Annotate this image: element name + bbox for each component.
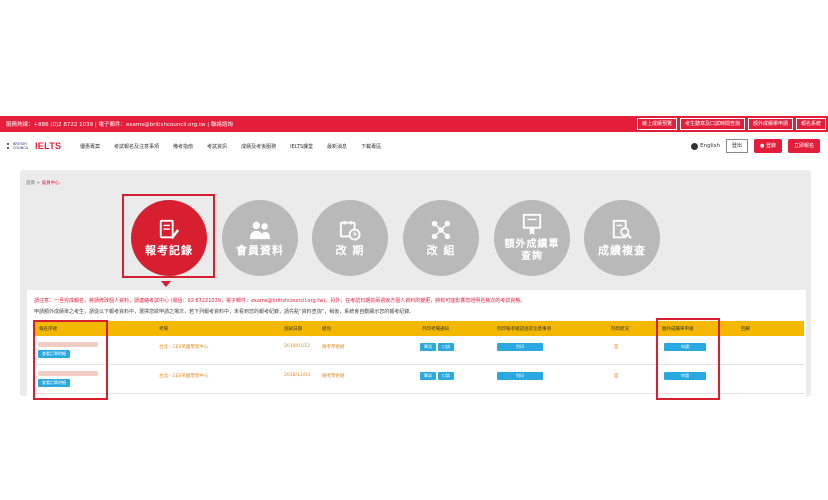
active-tile-caret-icon: [161, 281, 171, 287]
breadcrumb-current: 會員中心: [41, 181, 60, 186]
exam-time-query-button[interactable]: 考生聽寫及口試時間查詢: [679, 118, 745, 130]
reg-no-highlight: [33, 320, 108, 400]
print-speaking-button[interactable]: 口試: [438, 372, 454, 380]
th-group: 組別: [322, 327, 331, 332]
print-status-cell: 是: [614, 345, 619, 350]
th-return-mail: 回郵: [741, 327, 750, 332]
extra-trf-highlight: [656, 318, 720, 400]
contact-info: 服務熱線：+886 (0)2 8722 1039 | 電子郵件：exams@br…: [6, 122, 233, 128]
ielts-logo-text: IELTS: [35, 141, 62, 151]
th-date: 測試日期: [284, 327, 302, 332]
tile-label: 額外成績單查詢: [504, 239, 560, 262]
certificate-icon: [522, 213, 542, 235]
login-label: 登錄: [765, 143, 776, 149]
extra-trf-button[interactable]: 額外成績單申請: [747, 118, 793, 130]
menu-item-offers[interactable]: 優惠專案: [80, 143, 100, 150]
breadcrumb-home[interactable]: 首頁 >: [26, 181, 42, 186]
group-cell: 隨考學術組: [322, 345, 345, 350]
tile-score-review[interactable]: 成績複查: [584, 200, 660, 276]
score-preview-button[interactable]: 線上成績預覽: [636, 118, 677, 130]
people-icon: [249, 221, 271, 240]
menu-item-prep-guide[interactable]: 備考指南: [173, 143, 193, 150]
print-written-button[interactable]: 筆試: [420, 343, 436, 351]
globe-icon: [691, 142, 699, 150]
instruction-text: 申請額外成績單之考生，請從以下報考資料中，選擇您欲申請之場次，若下列報考資料中，…: [34, 309, 415, 315]
tile-label: 改 組: [426, 244, 456, 257]
menu-item-downloads[interactable]: 下載專區: [361, 143, 381, 150]
search-document-icon: [612, 219, 632, 240]
print-confirm-button[interactable]: 列印: [497, 343, 543, 351]
print-speaking-button[interactable]: 口試: [438, 343, 454, 351]
language-label: English: [700, 143, 720, 149]
tile-label: 成績複查: [598, 244, 646, 257]
tile-reschedule[interactable]: 改 期: [312, 200, 388, 276]
register-now-button[interactable]: 立即報名: [787, 139, 820, 153]
main-nav: BRITISH COUNCIL IELTS 優惠專案 考試報名及注意事項 備考指…: [0, 136, 828, 158]
date-cell: 2018/11/03: [284, 373, 310, 378]
calendar-clock-icon: [339, 220, 361, 241]
venue-cell: 台北 - CES英國學習中心: [159, 374, 209, 379]
print-status-cell: 是: [614, 374, 619, 379]
tile-extra-trf-query[interactable]: 額外成績單查詢: [494, 200, 570, 276]
menu-item-exam-info[interactable]: 考試資訊: [207, 143, 227, 150]
menu-item-news[interactable]: 最新消息: [327, 143, 347, 150]
th-print-notice: 列印考場通知: [422, 327, 449, 332]
notice-text: 請注意：一旦完成報名，將請修改個人資料，請連絡考試中心 (電話：02 87221…: [34, 298, 526, 304]
top-bar: 服務熱線：+886 (0)2 8722 1039 | 電子郵件：exams@br…: [0, 116, 828, 132]
venue-cell: 台北 - CES英國學習中心: [159, 345, 209, 350]
th-print-status: 列印狀況: [611, 327, 629, 332]
print-written-button[interactable]: 筆試: [420, 372, 436, 380]
network-icon: [431, 220, 451, 240]
language-switch[interactable]: English: [691, 142, 720, 150]
date-cell: 2019/01/12: [284, 344, 310, 349]
menu-item-registration[interactable]: 考試報名及注意事項: [114, 143, 159, 150]
group-cell: 隨考學術組: [322, 374, 345, 379]
british-council-text: BRITISH COUNCIL: [12, 142, 29, 150]
print-confirm-button[interactable]: 列印: [497, 372, 543, 380]
active-tile-highlight: [122, 194, 215, 278]
tile-label: 改 期: [335, 244, 365, 257]
logo[interactable]: BRITISH COUNCIL IELTS: [6, 141, 61, 151]
breadcrumb: 首頁 > 會員中心: [26, 180, 60, 186]
logout-button[interactable]: 登出: [726, 139, 749, 153]
tile-member-data[interactable]: 會員資料: [222, 200, 298, 276]
th-venue: 考場: [159, 327, 168, 332]
th-print-confirm: 列印報考確認函及注意事項: [497, 327, 551, 332]
login-button[interactable]: ● 登錄: [754, 139, 782, 153]
tile-change-module[interactable]: 改 組: [403, 200, 479, 276]
menu-item-ielts-class[interactable]: IELTS課堂: [290, 143, 313, 150]
menu-item-results[interactable]: 成績及考後服務: [241, 143, 276, 150]
registration-system-button[interactable]: 報名系統: [795, 118, 826, 130]
british-council-dots-icon: [6, 142, 11, 150]
tile-label: 會員資料: [236, 244, 284, 257]
